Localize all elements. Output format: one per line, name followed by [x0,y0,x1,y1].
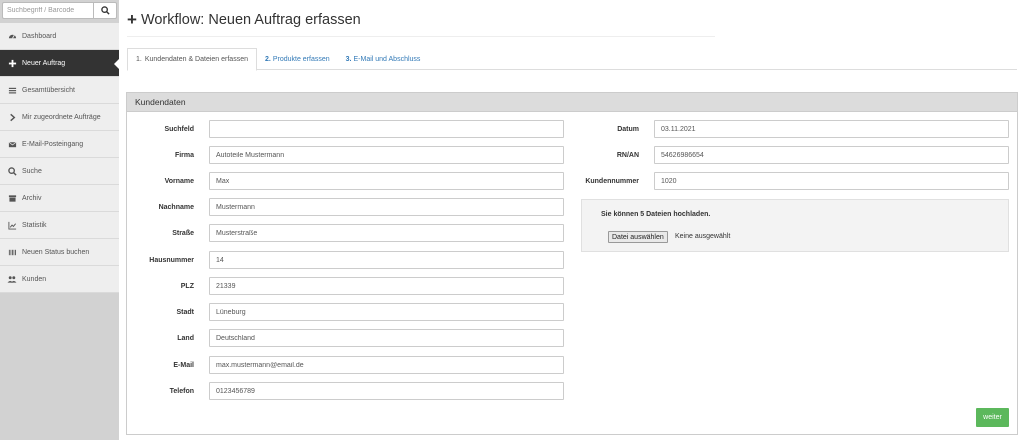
sidebar-item-label: Archiv [22,194,42,202]
hausnummer-input[interactable] [209,251,564,269]
field-label: RN/AN [616,151,639,159]
sidebar-search [2,2,117,19]
field-label: PLZ [180,282,194,290]
sidebar-item-label: Neuen Status buchen [22,248,90,256]
plus-icon [7,58,17,68]
form-row-nachname: Nachname [127,198,564,216]
form-row-email: E-Mail [127,356,564,374]
sidebar-item-email-posteingang[interactable]: E-Mail-Posteingang [0,131,119,158]
file-status: Keine ausgewählt [675,233,731,240]
sidebar-item-kunden[interactable]: Kunden [0,266,119,293]
field-label: Datum [617,125,639,133]
sidebar: Dashboard Neuer Auftrag Gesamtübersicht … [0,0,119,440]
users-icon [7,274,17,284]
sidebar-item-label: Gesamtübersicht [22,86,75,94]
sidebar-item-label: E-Mail-Posteingang [22,140,84,148]
page-title: + Workflow: Neuen Auftrag erfassen [127,11,361,28]
form-row-datum: Datum [578,120,1009,138]
form-row-strasse: Straße [127,224,564,242]
field-label: Firma [174,151,194,159]
field-label: Nachname [158,203,194,211]
field-label: Kundennummer [585,177,639,185]
choose-file-button[interactable]: Datei auswählen [608,231,668,243]
form-row-plz: PLZ [127,277,564,295]
plz-input[interactable] [209,277,564,295]
tab-number: 1. [136,56,142,63]
vorname-input[interactable] [209,172,564,190]
sidebar-item-archiv[interactable]: Archiv [0,185,119,212]
next-button[interactable]: weiter [976,408,1009,427]
list-icon [7,85,17,95]
chart-icon [7,220,17,230]
sidebar-item-label: Kunden [22,275,47,283]
firma-input[interactable] [209,146,564,164]
form-row-suchfeld: Suchfeld [127,120,564,138]
land-input[interactable] [209,329,564,347]
tab-label: Kundendaten & Dateien erfassen [144,56,248,63]
tab-label: E-Mail und Abschluss [353,55,421,63]
field-label: Land [177,334,194,342]
field-label: Vorname [164,177,194,185]
sidebar-item-label: Dashboard [22,32,57,40]
field-label: Stadt [176,308,195,316]
sidebar-item-statistik[interactable]: Statistik [0,212,119,239]
strasse-input[interactable] [209,224,564,242]
workflow-tabs: 1. Kundendaten & Dateien erfassen 2. Pro… [127,48,1017,71]
tab-produkte[interactable]: 2. Produkte erfassen [257,48,338,70]
page-title-text: Workflow: Neuen Auftrag erfassen [140,11,361,28]
title-divider [127,36,715,37]
sidebar-item-label: Mir zugeordnete Aufträge [22,113,101,121]
upload-hint: Sie können 5 Dateien hochladen. [601,211,711,218]
datum-input[interactable] [654,120,1009,138]
rn-an-input[interactable] [654,146,1009,164]
sidebar-item-zugeordnete-auftraege[interactable]: Mir zugeordnete Aufträge [0,104,119,131]
form-row-rn-an: RN/AN [578,146,1009,164]
chevron-right-icon [7,112,17,122]
stadt-input[interactable] [209,303,564,321]
sidebar-item-neuer-auftrag[interactable]: Neuer Auftrag [0,50,119,77]
suchfeld-input[interactable] [209,120,564,138]
email-input[interactable] [209,356,564,374]
form-row-stadt: Stadt [127,303,564,321]
search-input[interactable] [2,2,93,19]
sidebar-item-label: Statistik [22,221,47,229]
form-row-land: Land [127,329,564,347]
tab-number: 2. [264,55,271,63]
nachname-input[interactable] [209,198,564,216]
dashboard-icon [7,31,17,41]
form-row-vorname: Vorname [127,172,564,190]
field-label: Suchfeld [164,125,194,133]
form-row-hausnummer: Hausnummer [127,251,564,269]
search-icon [7,166,17,176]
field-label: Hausnummer [149,256,194,264]
search-button[interactable] [93,2,117,19]
form-row-telefon: Telefon [127,382,564,400]
panel-title: Kundendaten [127,93,1017,112]
tab-label: Produkte erfassen [272,55,330,63]
form-row-kundennummer: Kundennummer [578,172,1009,190]
form-row-firma: Firma [127,146,564,164]
search-icon [100,6,110,15]
file-upload-box: Sie können 5 Dateien hochladen. Datei au… [581,199,1009,252]
sidebar-item-dashboard[interactable]: Dashboard [0,23,119,50]
plus-icon: + [127,10,137,29]
sidebar-nav: Dashboard Neuer Auftrag Gesamtübersicht … [0,23,119,293]
sidebar-item-neuen-status-buchen[interactable]: Neuen Status buchen [0,239,119,266]
telefon-input[interactable] [209,382,564,400]
tab-kundendaten[interactable]: 1. Kundendaten & Dateien erfassen [127,48,257,71]
field-label: Straße [172,229,194,237]
archive-icon [7,193,17,203]
tab-email-abschluss[interactable]: 3. E-Mail und Abschluss [338,48,429,70]
kundennummer-input[interactable] [654,172,1009,190]
tab-number: 3. [345,55,352,63]
field-label: Telefon [169,387,194,395]
sidebar-item-gesamtuebersicht[interactable]: Gesamtübersicht [0,77,119,104]
envelope-icon [7,139,17,149]
barcode-icon [7,247,17,257]
field-label: E-Mail [173,361,194,369]
sidebar-item-label: Neuer Auftrag [22,59,66,67]
sidebar-item-label: Suche [22,167,42,175]
sidebar-item-suche[interactable]: Suche [0,158,119,185]
